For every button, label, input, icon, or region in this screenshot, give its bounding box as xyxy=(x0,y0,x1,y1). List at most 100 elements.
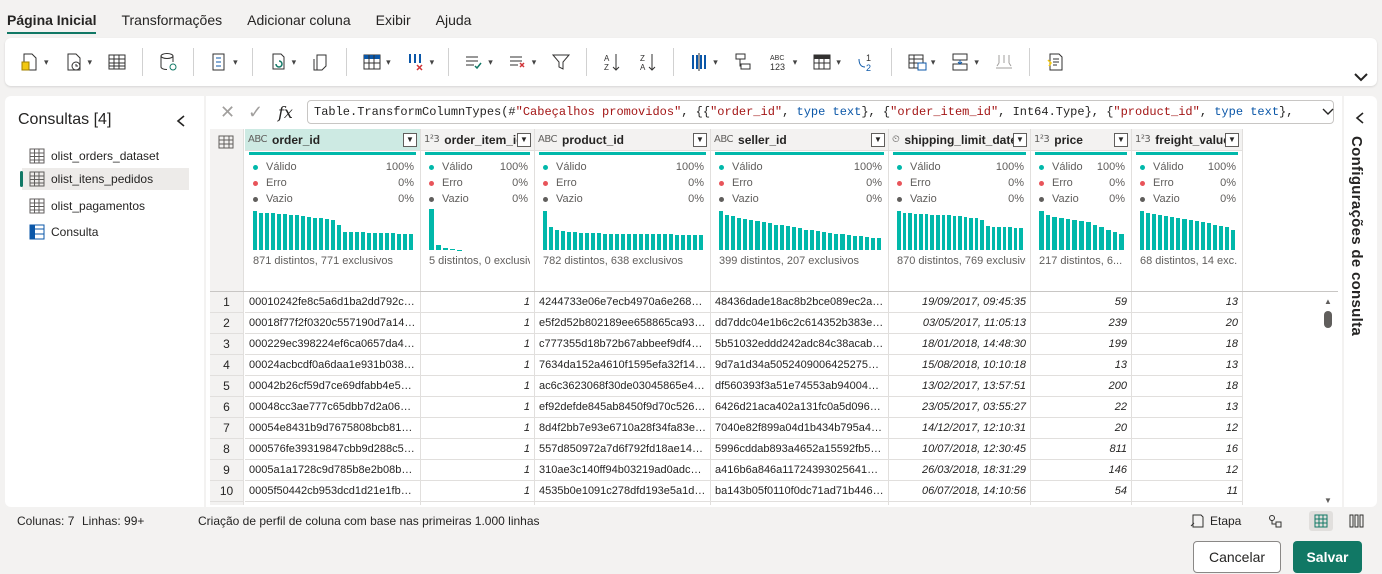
histogram-bar[interactable] xyxy=(858,236,863,250)
menu-tab[interactable]: Adicionar coluna xyxy=(247,12,351,36)
column-filter-dropdown[interactable]: ▼ xyxy=(693,132,707,147)
table-cell[interactable]: 00061f2a7bc09da83e415a52dc8a4af1 xyxy=(245,502,421,505)
histogram-bar[interactable] xyxy=(876,238,881,250)
histogram-bar[interactable] xyxy=(1105,229,1111,250)
histogram-bar[interactable] xyxy=(591,232,595,250)
table-cell[interactable]: 7634da152a4610f1595efa32f14722fc xyxy=(535,355,711,376)
type-int-icon[interactable]: 1²3 xyxy=(1034,134,1050,145)
row-number[interactable]: 11 xyxy=(210,502,244,505)
column-header[interactable]: 1²3 order_item_id ▼ xyxy=(421,129,534,151)
step-button[interactable]: Etapa xyxy=(1190,513,1241,529)
menu-tab[interactable]: Transformações xyxy=(121,12,222,36)
properties-button[interactable] xyxy=(310,47,332,77)
table-cell[interactable]: 20 xyxy=(1132,313,1243,334)
type-int-icon[interactable]: 1²3 xyxy=(424,134,440,145)
table-cell[interactable]: 0005a1a1728c9d785b8e2b08b904576c xyxy=(245,460,421,481)
histogram-bar[interactable] xyxy=(615,233,619,250)
histogram-bar[interactable] xyxy=(645,234,649,250)
table-view-icon[interactable] xyxy=(1309,511,1333,531)
histogram-bar[interactable] xyxy=(367,232,371,250)
table-cell[interactable]: 14/12/2017, 12:10:31 xyxy=(889,418,1031,439)
histogram-bar[interactable] xyxy=(749,220,754,250)
histogram-bar[interactable] xyxy=(779,225,784,250)
histogram-bar[interactable] xyxy=(719,211,724,250)
histogram-bar[interactable] xyxy=(1112,231,1118,250)
histogram-bar[interactable] xyxy=(1194,221,1199,250)
table-cell[interactable]: 1 xyxy=(421,334,535,355)
row-number[interactable]: 1 xyxy=(210,292,244,313)
histogram-bar[interactable] xyxy=(761,222,766,250)
histogram-bar[interactable] xyxy=(379,232,383,250)
table-row[interactable]: 5 00042b26cf59d7ce69dfabb4e55b4fd9 1 ac6c36… xyxy=(210,376,1338,397)
menu-tab[interactable]: Ajuda xyxy=(436,12,472,36)
histogram-bar[interactable] xyxy=(543,211,547,250)
row-number[interactable]: 7 xyxy=(210,418,244,439)
row-number[interactable]: 3 xyxy=(210,334,244,355)
diagram-view-icon[interactable] xyxy=(1263,511,1287,531)
row-number[interactable]: 4 xyxy=(210,355,244,376)
histogram-bar[interactable] xyxy=(997,227,1001,250)
histogram-bar[interactable] xyxy=(573,232,577,250)
refresh-button[interactable]: ▾ xyxy=(267,47,296,77)
table-cell[interactable]: 1 xyxy=(421,355,535,376)
distribution-histogram[interactable] xyxy=(897,209,1024,250)
scroll-down-icon[interactable]: ▼ xyxy=(1324,496,1332,505)
histogram-bar[interactable] xyxy=(436,244,441,250)
histogram-bar[interactable] xyxy=(846,235,851,250)
table-cell[interactable]: e5f2d52b802189ee658865ca93d83a8f xyxy=(535,313,711,334)
histogram-bar[interactable] xyxy=(313,218,317,250)
histogram-bar[interactable] xyxy=(307,217,311,250)
table-cell[interactable]: ba143b05f0110f0dc71ad71b4466ce92 xyxy=(711,481,889,502)
column-filter-dropdown[interactable]: ▼ xyxy=(517,132,531,147)
table-cell[interactable]: 18 xyxy=(1132,376,1243,397)
histogram-bar[interactable] xyxy=(253,211,257,250)
histogram-bar[interactable] xyxy=(651,234,655,250)
histogram-bar[interactable] xyxy=(397,233,401,250)
histogram-bar[interactable] xyxy=(941,215,946,250)
histogram-bar[interactable] xyxy=(797,228,803,250)
histogram-bar[interactable] xyxy=(1065,219,1071,250)
table-cell[interactable]: 16 xyxy=(1132,439,1243,460)
table-cell[interactable]: 1 xyxy=(421,481,535,502)
column-shipping-limit-date[interactable]: ⏲ shipping_limit_date ▼ Válido 100% Erro 0% Vaz… xyxy=(889,129,1031,291)
type-text-icon[interactable]: ABC xyxy=(538,134,558,145)
histogram-bar[interactable] xyxy=(265,213,269,250)
query-item[interactable]: olist_pagamentos xyxy=(22,195,189,217)
filter-rows-button[interactable] xyxy=(550,47,572,77)
chevron-down-icon[interactable] xyxy=(1353,70,1369,84)
histogram-bar[interactable] xyxy=(549,227,553,250)
histogram-bar[interactable] xyxy=(443,248,448,250)
histogram-bar[interactable] xyxy=(902,213,907,250)
histogram-bar[interactable] xyxy=(908,213,912,250)
histogram-bar[interactable] xyxy=(897,211,901,250)
replace-values-button[interactable]: 12 xyxy=(855,47,877,77)
histogram-bar[interactable] xyxy=(1158,215,1163,250)
distribution-histogram[interactable] xyxy=(543,209,704,250)
histogram-bar[interactable] xyxy=(828,232,833,250)
histogram-bar[interactable] xyxy=(1099,227,1104,250)
table-cell[interactable]: 1 xyxy=(421,292,535,313)
histogram-bar[interactable] xyxy=(913,213,918,250)
column-freight-value[interactable]: 1²3 freight_value ▼ Válido 100% Erro 0% Vazio 0%… xyxy=(1132,129,1243,291)
histogram-bar[interactable] xyxy=(361,232,365,250)
table-cell[interactable]: 13 xyxy=(1031,355,1132,376)
table-cell[interactable]: 29/03/2018, 22:28:09 xyxy=(889,502,1031,505)
histogram-bar[interactable] xyxy=(609,233,613,250)
histogram-bar[interactable] xyxy=(657,234,661,250)
histogram-bar[interactable] xyxy=(1013,227,1018,250)
merge-queries-button[interactable]: ▾ xyxy=(906,47,935,77)
table-cell[interactable]: dd7ddc04e1b6c2c614352b383efe2d36 xyxy=(711,313,889,334)
histogram-bar[interactable] xyxy=(952,215,957,250)
distribution-histogram[interactable] xyxy=(1039,209,1125,250)
histogram-bar[interactable] xyxy=(1008,227,1012,250)
fx-icon[interactable]: fx xyxy=(278,103,293,122)
histogram-bar[interactable] xyxy=(409,233,413,250)
table-cell[interactable]: 59 xyxy=(1031,292,1132,313)
table-cell[interactable]: 13 xyxy=(1132,397,1243,418)
table-cell[interactable]: 10/07/2018, 12:30:45 xyxy=(889,439,1031,460)
column-price[interactable]: 1²3 price ▼ Válido 100% Erro 0% Vazio 0% 217 dist… xyxy=(1031,129,1132,291)
histogram-bar[interactable] xyxy=(1146,213,1151,250)
table-cell[interactable]: 26/03/2018, 18:31:29 xyxy=(889,460,1031,481)
histogram-bar[interactable] xyxy=(725,215,730,250)
histogram-bar[interactable] xyxy=(585,232,589,250)
